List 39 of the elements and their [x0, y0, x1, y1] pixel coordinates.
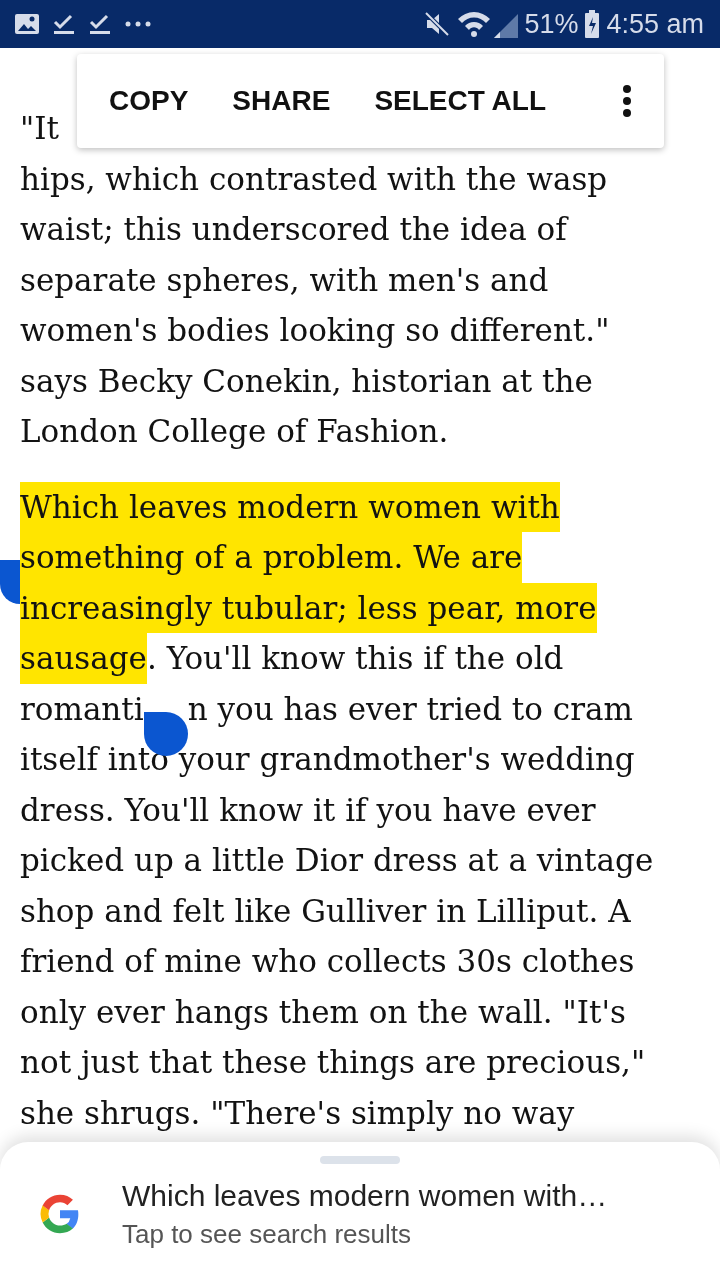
drag-handle[interactable] — [320, 1156, 400, 1164]
body-text: romanti — [20, 689, 144, 729]
overflow-menu-icon[interactable] — [622, 85, 632, 117]
highlighted-text: something of a problem. We are — [20, 532, 523, 583]
body-text: women's bodies looking so different." — [20, 311, 610, 351]
body-text: not just that these things are precious," — [20, 1043, 646, 1083]
body-text: . You'll know this if the old — [146, 639, 564, 679]
battery-percent: 51% — [524, 8, 579, 40]
body-text: itself into your grandmother's wedding — [20, 740, 635, 780]
search-hint: Tap to see search results — [122, 1218, 413, 1251]
image-icon — [14, 12, 40, 36]
more-icon — [124, 20, 152, 28]
search-sheet[interactable]: Which leaves modern women with… Tap to see search results — [0, 1142, 720, 1280]
check-icon — [52, 12, 76, 36]
highlighted-text: Which leaves modern women with — [20, 481, 560, 532]
body-text: "It — [20, 109, 59, 149]
menu-item[interactable]: SHARE — [222, 77, 341, 125]
clock-time: 4:55 am — [606, 8, 704, 40]
highlighted-text: increasingly tubular; less pear, more — [20, 582, 597, 633]
body-text: separate spheres, with men's and — [20, 260, 549, 300]
body-text: friend of mine who collects 30s clothes — [20, 942, 635, 982]
menu-item[interactable]: SELECT ALL — [364, 77, 556, 125]
body-text: waist; this underscored the idea of — [20, 210, 567, 250]
check-icon — [88, 12, 112, 36]
mute-icon — [424, 11, 451, 37]
body-text: London College of Fashion. — [20, 412, 449, 452]
body-text: she shrugs. "There's simply no way — [20, 1093, 575, 1133]
menu-item[interactable]: COPY — [99, 77, 199, 125]
body-text: hips, which contrasted with the wasp — [20, 159, 608, 199]
highlighted-text: sausage — [20, 633, 147, 684]
search-query: Which leaves modern women with… — [122, 1178, 608, 1214]
body-text: shop and felt like Gulliver in Lilliput. A — [20, 891, 631, 931]
battery-icon — [584, 10, 601, 38]
body-text: says Becky Conekin, historian at the — [20, 361, 593, 401]
body-text: n you has ever tried to cram — [187, 689, 633, 729]
body-text: dress. You'll know it if you have ever — [20, 790, 596, 830]
body-text: only ever hangs them on the wall. "It's — [20, 992, 626, 1032]
body-text: picked up a little Dior dress at a vintage — [20, 841, 654, 881]
signal-icon — [456, 10, 519, 38]
